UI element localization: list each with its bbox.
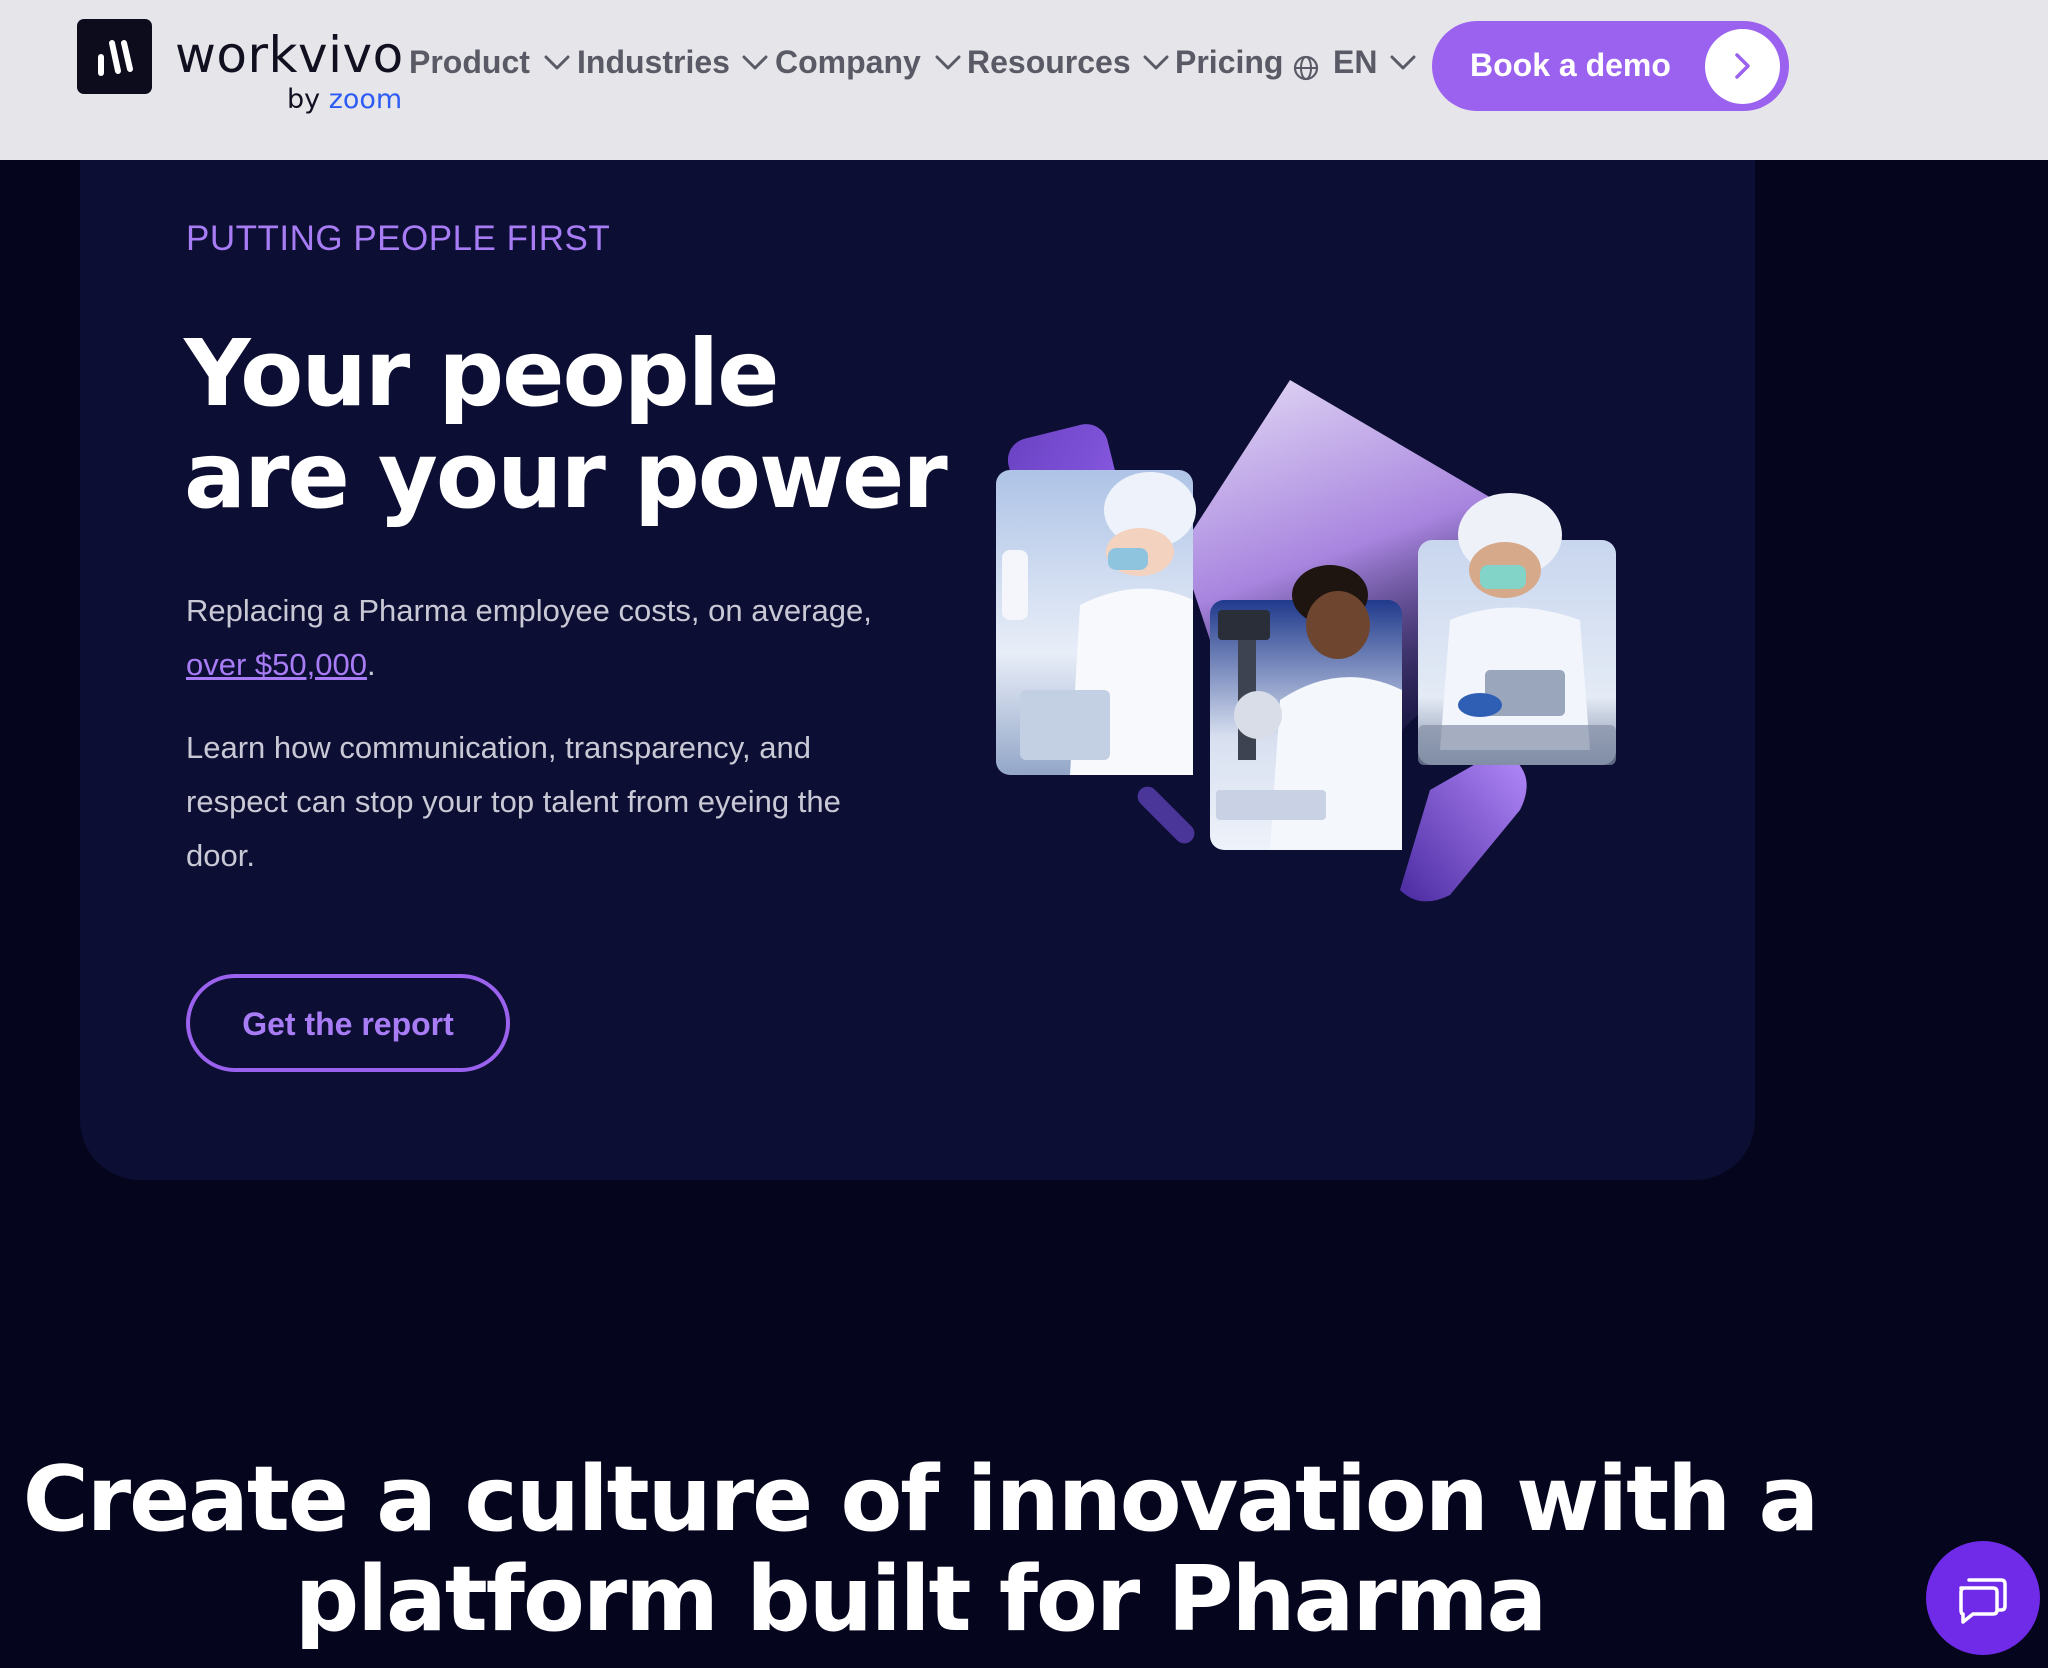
page: workvivo by zoom Product Industries Comp… bbox=[0, 0, 2048, 1668]
scientist-photo-1 bbox=[996, 470, 1196, 775]
globe-icon[interactable] bbox=[1292, 54, 1320, 82]
cost-text: Replacing a Pharma employee costs, on av… bbox=[186, 593, 872, 628]
cost-text-end: . bbox=[366, 647, 376, 682]
zoom-wordmark: zoom bbox=[328, 84, 403, 115]
section-heading: Create a culture of innovation with a pl… bbox=[0, 1450, 1840, 1650]
get-report-label: Get the report bbox=[242, 1006, 454, 1042]
hero-paragraph-cost: Replacing a Pharma employee costs, on av… bbox=[186, 584, 906, 692]
chevron-down-icon[interactable] bbox=[1142, 54, 1170, 72]
section-heading-line-2: platform built for Pharma bbox=[294, 1547, 1547, 1652]
chat-launcher-button[interactable] bbox=[1926, 1541, 2040, 1655]
top-navigation-bar: workvivo by zoom Product Industries Comp… bbox=[0, 0, 2048, 160]
hero-headline: Your people are your power bbox=[184, 320, 948, 529]
brand-tagline: by zoom bbox=[287, 84, 402, 115]
language-selector[interactable]: EN bbox=[1333, 44, 1377, 81]
get-report-button[interactable]: Get the report bbox=[186, 974, 510, 1072]
scientist-photo-2 bbox=[1210, 565, 1402, 850]
chevron-down-icon[interactable] bbox=[741, 54, 769, 72]
chevron-down-icon[interactable] bbox=[543, 54, 571, 72]
nav-pricing[interactable]: Pricing bbox=[1175, 44, 1283, 81]
brand-by-text: by bbox=[287, 84, 321, 115]
nav-company[interactable]: Company bbox=[775, 44, 921, 81]
brand-name[interactable]: workvivo bbox=[175, 26, 404, 84]
nav-product[interactable]: Product bbox=[409, 44, 530, 81]
chevron-right-icon bbox=[1735, 53, 1750, 79]
hero-paragraph-learn: Learn how communication, transparency, a… bbox=[186, 730, 841, 873]
chevron-down-icon[interactable] bbox=[934, 54, 962, 72]
workvivo-logo-icon[interactable] bbox=[77, 19, 152, 94]
chat-bubbles-icon bbox=[1959, 1578, 2007, 1624]
hero-eyebrow: PUTTING PEOPLE FIRST bbox=[186, 219, 611, 258]
book-demo-label: Book a demo bbox=[1470, 47, 1671, 83]
pharma-scientists-illustration bbox=[996, 380, 1616, 902]
demo-arrow-circle bbox=[1705, 29, 1780, 104]
chevron-down-icon[interactable] bbox=[1389, 54, 1417, 72]
nav-industries[interactable]: Industries bbox=[577, 44, 730, 81]
cost-statistic-link[interactable]: over $50,000 bbox=[186, 647, 367, 682]
nav-resources[interactable]: Resources bbox=[967, 44, 1131, 81]
book-demo-button[interactable]: Book a demo bbox=[1432, 21, 1789, 111]
section-heading-line-1: Create a culture of innovation with a bbox=[22, 1447, 1820, 1552]
